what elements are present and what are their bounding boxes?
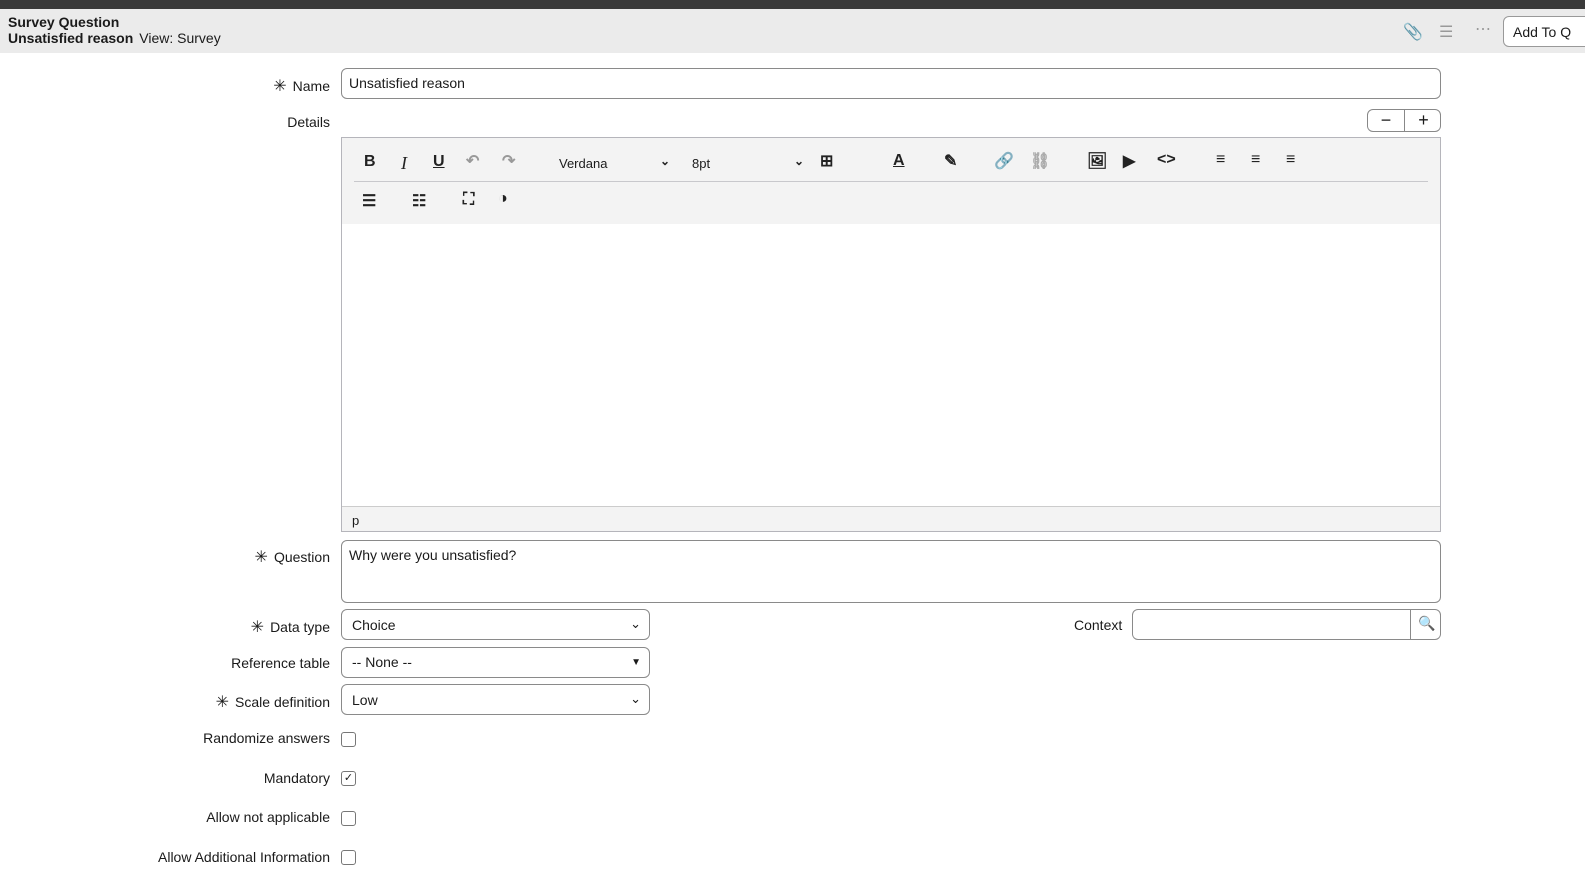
data-type-select[interactable]: Choice ⌄ [341,609,650,640]
scale-definition-label: Scale definition [235,694,330,710]
redo-icon[interactable]: ↷ [502,151,515,171]
allow-info-label: Allow Additional Information [158,849,330,865]
more-icon[interactable]: ⋯ [1475,19,1491,39]
question-input[interactable]: Why were you unsatisfied? [341,540,1441,603]
data-type-label: Data type [270,619,330,635]
question-label: Question [273,549,330,565]
add-to-button[interactable]: Add To Q [1503,16,1585,47]
scale-definition-select[interactable]: Low ⌄ [341,684,650,715]
search-icon[interactable]: 🔍 [1410,609,1441,640]
required-icon: ✳ [250,619,265,636]
toolbar-divider [354,181,1428,182]
form-header: Survey Question Unsatisfied reason View: … [0,9,1585,53]
source-code-icon[interactable]: <> [1157,151,1176,169]
chevron-down-icon: ⌄ [630,616,641,631]
font-size-select[interactable]: 8pt [692,156,710,171]
table-icon[interactable]: ⊞ [820,151,833,171]
context-input[interactable] [1132,609,1411,640]
randomize-checkbox[interactable] [341,732,356,747]
plus-button[interactable]: + [1405,110,1442,131]
required-icon: ✳ [273,78,287,95]
align-left-icon[interactable]: ≡ [1216,151,1225,169]
image-icon[interactable]: 🖼 [1087,151,1107,171]
font-family-select[interactable]: Verdana [559,156,607,171]
chevron-down-icon[interactable]: ⌄ [794,154,804,168]
editor-size-control: − + [1367,109,1441,132]
reference-table-label: Reference table [231,655,330,671]
align-center-icon[interactable]: ≡ [1251,151,1260,169]
editor-status-path: p [342,506,1440,531]
required-icon: ✳ [254,549,268,566]
media-icon[interactable]: ▶ [1123,151,1135,171]
mandatory-label: Mandatory [263,770,330,786]
underline-icon[interactable]: U [433,153,445,171]
mandatory-checkbox[interactable]: ✓ [341,771,356,786]
record-name: Unsatisfied reason [8,30,134,46]
view-name: View: Survey [139,30,221,46]
allow-info-checkbox[interactable] [341,850,356,865]
text-color-icon[interactable]: A [893,152,905,170]
name-input[interactable]: Unsatisfied reason [341,68,1441,99]
numbered-list-icon[interactable]: ☷ [412,191,426,211]
italic-icon[interactable]: I [401,153,407,174]
minus-button[interactable]: − [1368,110,1405,131]
check-icon: ✓ [343,772,354,784]
link-icon[interactable]: 🔗 [994,151,1014,171]
editor-toolbar: B I U ↶ ↷ Verdana ⌄ 8pt ⌄ ⊞ A ✎ 🔗 ⛓ 🖼 ▶ … [342,138,1440,224]
required-icon: ✳ [215,694,230,711]
chevron-down-icon[interactable]: ⌄ [660,154,670,168]
align-right-icon[interactable]: ≡ [1286,151,1295,169]
browser-top-bar [0,0,1585,9]
reference-table-select[interactable]: -- None -- ▼ [341,647,650,678]
context-label: Context [1074,617,1123,633]
randomize-label: Randomize answers [203,730,330,746]
form-title: Survey Question [8,14,120,30]
fullscreen-icon[interactable]: ⛶ [463,191,474,209]
settings-sliders-icon[interactable]: ☰ [1439,22,1453,42]
unlink-icon[interactable]: ⛓ [1030,151,1050,171]
bullet-list-icon[interactable]: ☰ [362,191,376,211]
highlight-icon[interactable]: ✎ [944,151,957,171]
allow-na-label: Allow not applicable [206,809,330,825]
bold-icon[interactable]: B [364,153,376,171]
allow-na-checkbox[interactable] [341,811,356,826]
chevron-down-icon: ⌄ [630,691,641,706]
caret-down-icon: ▼ [631,657,641,668]
undo-icon[interactable]: ↶ [466,151,479,171]
contrast-icon[interactable]: ◑ [498,190,508,208]
rich-text-editor: B I U ↶ ↷ Verdana ⌄ 8pt ⌄ ⊞ A ✎ 🔗 ⛓ 🖼 ▶ … [341,137,1441,532]
details-label: Details [287,114,330,130]
paperclip-icon[interactable]: 📎 [1403,22,1423,42]
name-label: Name [292,78,330,94]
